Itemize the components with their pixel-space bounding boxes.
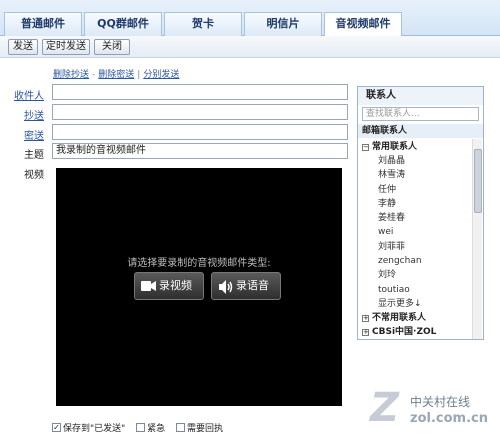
contact-search-input[interactable]: 查找联系人... (362, 107, 479, 121)
cc-label[interactable]: 抄送 (8, 107, 44, 122)
contact-item[interactable]: 刘菲菲 (358, 240, 470, 254)
separate-send-link[interactable]: 分别发送 (143, 70, 179, 80)
contact-item[interactable]: toutiao (358, 283, 470, 297)
tab-greeting-card[interactable]: 贺卡 (164, 12, 242, 36)
to-field[interactable] (52, 84, 348, 100)
cbsi-group-label: CBSi中国·ZOL (372, 327, 437, 338)
contact-item[interactable]: wei (358, 225, 470, 239)
infrequent-group[interactable]: + 不常用联系人 (358, 311, 470, 325)
cbsi-group[interactable]: + CBSi中国·ZOL (358, 325, 470, 339)
subject-field[interactable]: 我录制的音视频邮件 (52, 143, 348, 159)
frequent-group[interactable]: − 常用联系人 (358, 140, 470, 154)
remove-bcc-link[interactable]: 删除密送 (98, 70, 134, 80)
expand-icon: + (362, 314, 369, 323)
collapse-icon: − (362, 143, 369, 151)
urgent-checkbox[interactable] (136, 423, 146, 432)
speaker-icon (219, 280, 233, 294)
cc-field[interactable] (52, 104, 348, 120)
recipient-options: 删除抄送 - 删除密送 | 分别发送 (53, 70, 180, 80)
tab-av-mail[interactable]: 音视频邮件 (324, 12, 402, 37)
save-sent-checkbox[interactable]: ✓ (52, 423, 61, 432)
video-label: 视频 (24, 170, 44, 181)
scrollbar-thumb[interactable] (474, 149, 482, 213)
receipt-checkbox[interactable] (176, 423, 186, 432)
record-video-button[interactable]: 录视频 (134, 272, 204, 300)
receipt-label: 需要回执 (187, 424, 224, 434)
recording-type-prompt: 请选择要录制的音视频邮件类型: (127, 258, 271, 269)
contact-list: − 常用联系人 刘晶晶 林雪涛 任仲 李静 姜桂春 wei 刘菲菲 zengcha… (358, 140, 470, 339)
tab-normal-mail[interactable]: 普通邮件 (4, 12, 82, 36)
close-button[interactable]: 关闭 (94, 39, 130, 55)
contacts-panel: 联系人 查找联系人... 邮箱联系人 − 常用联系人 刘晶晶 林雪涛 任仲 李静 … (357, 86, 484, 340)
zol-logo-icon: Z (370, 385, 400, 431)
show-more-link[interactable]: 显示更多↓ (358, 297, 470, 311)
contact-item[interactable]: 姜桂春 (358, 211, 470, 225)
record-audio-button[interactable]: 录语音 (211, 272, 281, 300)
mailbox-contacts-header[interactable]: 邮箱联系人 (358, 124, 483, 138)
compose-toolbar: 发送 定时发送 关闭 (0, 36, 500, 58)
tab-bar: 普通邮件 QQ群邮件 贺卡 明信片 音视频邮件 (0, 0, 500, 37)
urgent-label: 紧急 (147, 424, 166, 434)
video-camera-icon (141, 281, 156, 291)
send-button[interactable]: 发送 (8, 39, 38, 55)
watermark-line2: zol.com.cn (410, 411, 488, 426)
watermark-line1: 中关村在线 (410, 395, 471, 409)
contacts-scrollbar[interactable] (472, 139, 482, 339)
record-audio-label: 录语音 (236, 279, 269, 292)
to-label[interactable]: 收件人 (8, 87, 44, 102)
bcc-field[interactable] (52, 124, 348, 140)
expand-icon: + (362, 328, 369, 337)
remove-cc-link[interactable]: 删除抄送 (53, 70, 89, 80)
contact-item[interactable]: zengchan (358, 254, 470, 268)
contacts-title: 联系人 (358, 87, 483, 105)
send-options: ✓ 保存到"已发送" 紧急 需要回执 (52, 421, 231, 434)
subject-label: 主题 (24, 150, 44, 161)
contact-item[interactable]: 刘玲 (358, 268, 470, 282)
bcc-label[interactable]: 密送 (8, 127, 44, 142)
frequent-group-label: 常用联系人 (372, 142, 418, 152)
contact-item[interactable]: 刘晶晶 (358, 154, 470, 168)
scheduled-send-button[interactable]: 定时发送 (42, 39, 90, 55)
contact-item[interactable]: 任仲 (358, 183, 470, 197)
video-recorder-panel: 请选择要录制的音视频邮件类型: 录视频 录语音 (56, 168, 342, 406)
contact-item[interactable]: 李静 (358, 197, 470, 211)
save-sent-label: 保存到"已发送" (63, 424, 126, 434)
tab-postcard[interactable]: 明信片 (244, 12, 322, 36)
record-video-label: 录视频 (159, 279, 192, 292)
tab-qq-group-mail[interactable]: QQ群邮件 (84, 12, 162, 36)
infrequent-group-label: 不常用联系人 (372, 313, 427, 324)
contact-item[interactable]: 林雪涛 (358, 168, 470, 182)
